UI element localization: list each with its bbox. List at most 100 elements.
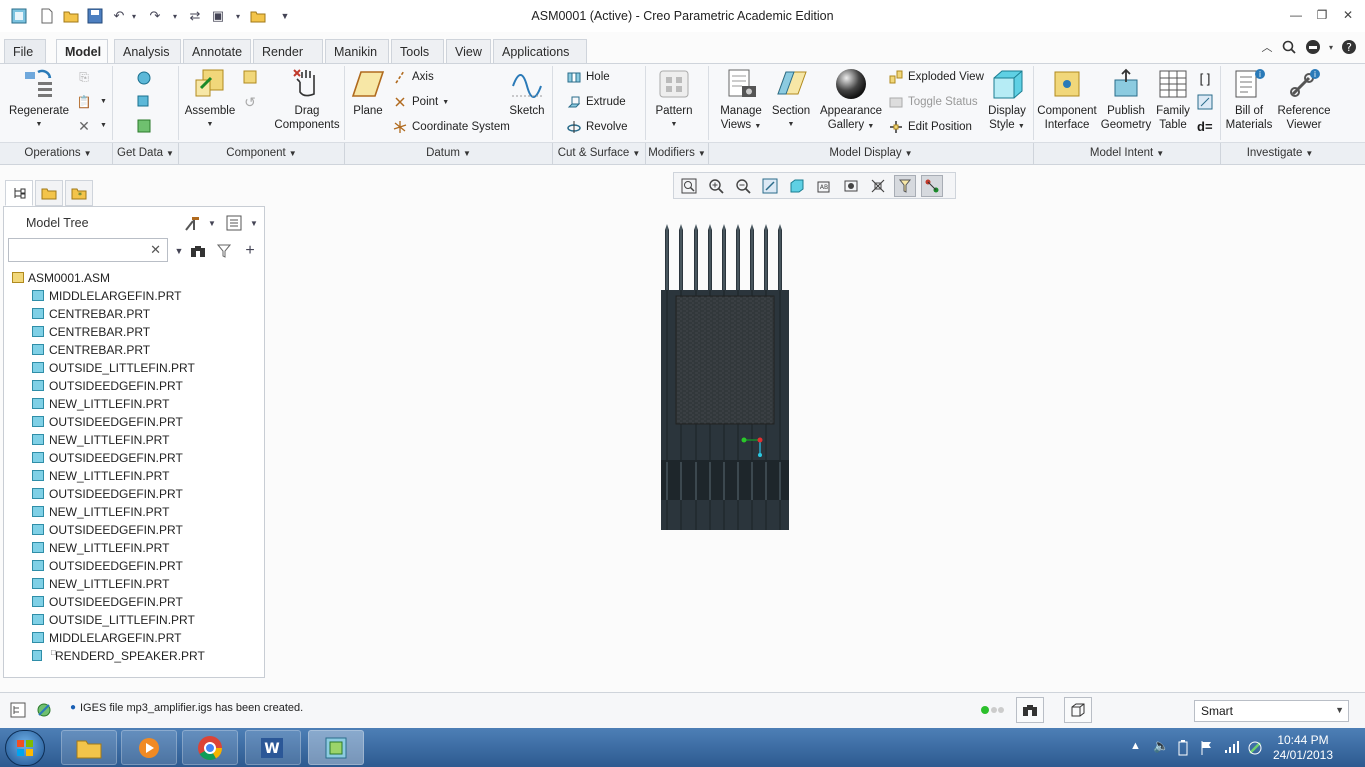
clear-search-icon[interactable]: ✕ xyxy=(150,242,161,258)
point-button[interactable]: Point ▼ xyxy=(392,93,449,111)
group-investigate[interactable]: Investigate ▼ xyxy=(1221,147,1339,159)
hole-button[interactable]: Hole xyxy=(566,68,610,86)
axis-button[interactable]: Axis xyxy=(392,68,434,86)
tab-file[interactable]: File ▾ xyxy=(4,39,46,72)
minimize-button[interactable]: — xyxy=(1285,6,1307,24)
restore-button[interactable]: ❐ xyxy=(1311,6,1333,24)
find-icon[interactable] xyxy=(1016,697,1044,723)
tree-item[interactable]: CENTREBAR.PRT xyxy=(8,305,264,323)
settings-tools-icon[interactable] xyxy=(182,213,202,233)
group-model-display[interactable]: Model Display ▼ xyxy=(709,147,1033,159)
show-list-icon[interactable] xyxy=(224,213,244,233)
tab-annotate[interactable]: Annotate xyxy=(183,39,251,63)
taskbar-word-icon[interactable]: W xyxy=(245,730,301,765)
switch-symbols-icon[interactable] xyxy=(1197,94,1213,110)
view-manager-icon[interactable] xyxy=(840,175,862,197)
toggle-navigator-icon[interactable] xyxy=(4,697,32,723)
taskbar-media-player-icon[interactable] xyxy=(121,730,177,765)
drag-components-button[interactable]: Drag Components xyxy=(272,68,342,132)
pattern-button[interactable]: Pattern ▼ xyxy=(650,68,698,132)
family-table-button[interactable]: Family Table xyxy=(1152,68,1194,132)
datum-display-filters-icon[interactable] xyxy=(894,174,916,197)
community-dropdown-icon[interactable]: ▾ xyxy=(1322,38,1340,56)
close-button[interactable]: ✕ xyxy=(1337,6,1359,24)
toggle-status-button[interactable]: Toggle Status xyxy=(888,93,978,111)
sync-icon[interactable] xyxy=(1247,740,1263,759)
settings-dropdown-icon[interactable]: ▼ xyxy=(202,213,222,233)
regenerate-button[interactable]: Regenerate ▼ xyxy=(6,68,72,132)
coordinate-system-button[interactable]: Coordinate System xyxy=(392,118,510,136)
tree-item[interactable]: OUTSIDEEDGEFIN.PRT xyxy=(8,413,264,431)
refit-icon[interactable] xyxy=(678,175,700,197)
tree-item[interactable]: NEW_LITTLEFIN.PRT xyxy=(8,395,264,413)
zoom-out-icon[interactable] xyxy=(732,175,754,197)
exploded-view-button[interactable]: Exploded View xyxy=(888,68,984,86)
tab-applications[interactable]: Applications xyxy=(493,39,587,63)
relations-button[interactable]: d= xyxy=(1197,119,1213,134)
group-get-data[interactable]: Get Data ▼ xyxy=(113,147,178,159)
annotation-display-icon[interactable] xyxy=(921,174,943,197)
tree-item[interactable]: OUTSIDEEDGEFIN.PRT xyxy=(8,593,264,611)
display-style-button[interactable]: Display Style ▼ xyxy=(984,68,1030,134)
minimize-ribbon-icon[interactable]: ︿ xyxy=(1258,38,1276,56)
tab-render[interactable]: Render xyxy=(253,39,323,63)
tree-item[interactable]: CENTREBAR.PRT xyxy=(8,323,264,341)
copy-icon[interactable]: ⎘ xyxy=(76,69,92,85)
tree-item[interactable]: OUTSIDEEDGEFIN.PRT xyxy=(8,521,264,539)
parameters-icon[interactable]: [ ] xyxy=(1197,70,1213,86)
tree-root[interactable]: ASM0001.ASM xyxy=(8,269,264,287)
filter-icon[interactable] xyxy=(214,241,234,261)
start-button[interactable] xyxy=(5,730,45,766)
tree-item[interactable]: OUTSIDEEDGEFIN.PRT xyxy=(8,449,264,467)
tree-item[interactable]: □ RENDERD_SPEAKER.PRT xyxy=(8,647,264,665)
shrinkwrap-icon[interactable] xyxy=(136,118,152,134)
tree-search-input[interactable]: ✕ xyxy=(8,238,168,262)
model-viewport[interactable] xyxy=(266,200,1365,690)
saved-orientations-icon[interactable]: AB xyxy=(813,175,835,197)
section-button[interactable]: Section ▼ xyxy=(768,68,814,132)
taskbar-clock[interactable]: 10:44 PM 24/01/2013 xyxy=(1268,733,1338,763)
tree-item[interactable]: OUTSIDEEDGEFIN.PRT xyxy=(8,485,264,503)
user-defined-feature-icon[interactable] xyxy=(136,70,152,86)
edit-position-button[interactable]: Edit Position xyxy=(888,118,972,136)
zoom-in-icon[interactable] xyxy=(705,175,727,197)
tab-model-tree[interactable] xyxy=(5,180,33,206)
tab-tools[interactable]: Tools xyxy=(391,39,444,63)
battery-icon[interactable] xyxy=(1178,740,1188,759)
manage-views-button[interactable]: Manage Views ▼ xyxy=(716,68,766,134)
display-style-icon[interactable] xyxy=(786,175,808,197)
copy-geometry-icon[interactable] xyxy=(136,94,152,110)
tab-view[interactable]: View xyxy=(446,39,491,63)
tab-folder-browser[interactable] xyxy=(35,180,63,206)
selection-filter-select[interactable]: Smart ▼ xyxy=(1194,700,1349,722)
component-interface-button[interactable]: Component Interface xyxy=(1036,68,1098,132)
perspective-view-icon[interactable] xyxy=(867,175,889,197)
tree-item[interactable]: MIDDLELARGEFIN.PRT xyxy=(8,287,264,305)
tab-favorites[interactable]: * xyxy=(65,180,93,206)
bill-of-materials-button[interactable]: i Bill of Materials xyxy=(1224,68,1274,132)
ptc-community-icon[interactable] xyxy=(1304,38,1322,56)
tab-manikin[interactable]: Manikin xyxy=(325,39,389,63)
assemble-button[interactable]: Assemble ▼ xyxy=(184,68,236,132)
tray-expand-icon[interactable]: ▲ xyxy=(1130,740,1141,752)
group-cut-surface[interactable]: Cut & Surface ▼ xyxy=(553,147,645,159)
revolve-button[interactable]: Revolve xyxy=(566,118,628,136)
tree-item[interactable]: NEW_LITTLEFIN.PRT xyxy=(8,503,264,521)
taskbar-chrome-icon[interactable] xyxy=(182,730,238,765)
add-column-icon[interactable]: + xyxy=(240,241,260,261)
sketch-button[interactable]: Sketch xyxy=(506,68,548,118)
network-signal-icon[interactable] xyxy=(1224,740,1240,757)
tree-item[interactable]: CENTREBAR.PRT xyxy=(8,341,264,359)
selection-box-icon[interactable] xyxy=(1064,697,1092,723)
group-component[interactable]: Component ▼ xyxy=(179,147,344,159)
repaint-icon[interactable] xyxy=(759,175,781,197)
tree-item[interactable]: OUTSIDEEDGEFIN.PRT xyxy=(8,557,264,575)
tab-analysis[interactable]: Analysis xyxy=(114,39,181,63)
search-icon[interactable] xyxy=(1280,38,1298,56)
group-operations[interactable]: Operations ▼ xyxy=(4,147,112,159)
reference-viewer-button[interactable]: i Reference Viewer xyxy=(1276,68,1332,132)
repeat-icon[interactable]: ↺ xyxy=(242,94,258,110)
volume-icon[interactable]: 🔈 xyxy=(1153,738,1169,754)
tree-item[interactable]: NEW_LITTLEFIN.PRT xyxy=(8,467,264,485)
show-dropdown-icon[interactable]: ▼ xyxy=(244,213,264,233)
